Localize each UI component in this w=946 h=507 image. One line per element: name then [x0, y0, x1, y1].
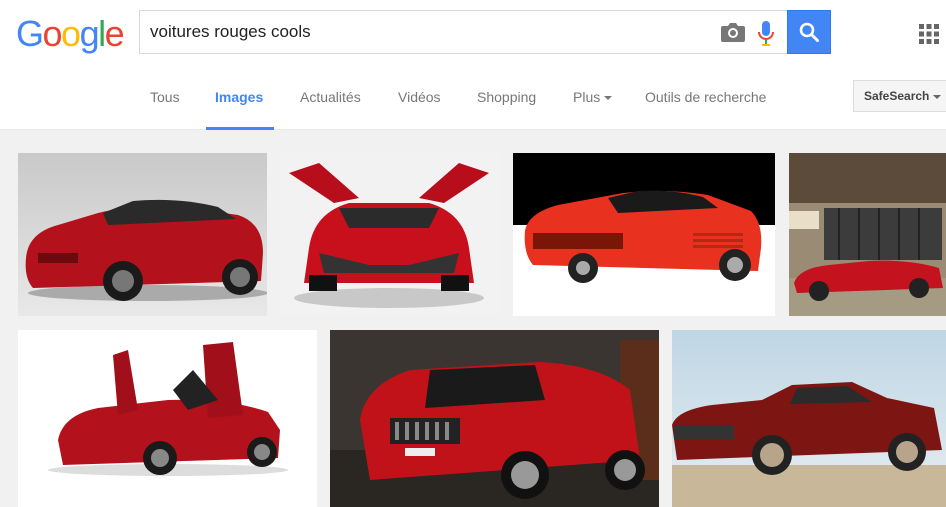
image-result[interactable] — [330, 330, 659, 507]
image-result[interactable] — [789, 153, 946, 316]
chevron-down-icon — [604, 96, 613, 101]
image-result[interactable] — [18, 330, 317, 507]
microphone-icon[interactable] — [755, 19, 777, 47]
result-image — [672, 330, 946, 507]
tab-videos[interactable]: Vidéos — [398, 66, 441, 130]
logo-letter: g — [79, 13, 100, 54]
result-image — [18, 153, 267, 316]
search-button[interactable] — [787, 10, 831, 54]
result-image — [18, 330, 317, 507]
camera-icon[interactable] — [720, 21, 746, 43]
tab-images[interactable]: Images — [215, 66, 263, 130]
image-result[interactable] — [513, 153, 775, 316]
chevron-down-icon — [933, 94, 942, 99]
tab-shopping[interactable]: Shopping — [477, 66, 536, 130]
logo-letter: o — [61, 13, 81, 54]
header: Google Tous Images Actualités — [0, 0, 946, 130]
image-result[interactable] — [672, 330, 946, 507]
tab-plus[interactable]: Plus — [573, 66, 613, 130]
search-input[interactable] — [150, 11, 710, 53]
tab-tous[interactable]: Tous — [150, 66, 180, 130]
tab-plus-label: Plus — [573, 89, 601, 105]
search-icon — [799, 22, 819, 42]
logo-letter: o — [42, 13, 63, 54]
result-image — [330, 330, 659, 507]
tab-search-tools[interactable]: Outils de recherche — [645, 66, 766, 130]
search-box — [139, 10, 787, 54]
safesearch-label: SafeSearch — [864, 89, 930, 103]
safesearch-button[interactable]: SafeSearch — [853, 80, 946, 112]
tab-actualites[interactable]: Actualités — [300, 66, 361, 130]
logo-letter: G — [16, 13, 44, 54]
result-image — [513, 153, 775, 316]
active-tab-indicator — [206, 127, 274, 130]
image-result[interactable] — [279, 153, 499, 316]
search-tabs: Tous Images Actualités Vidéos Shopping P… — [0, 66, 946, 130]
image-result[interactable] — [18, 153, 267, 316]
logo-letter: e — [104, 13, 125, 54]
result-image — [279, 153, 499, 316]
google-logo[interactable]: Google — [16, 13, 125, 54]
apps-grid-icon[interactable] — [919, 24, 939, 44]
result-image — [789, 153, 946, 316]
